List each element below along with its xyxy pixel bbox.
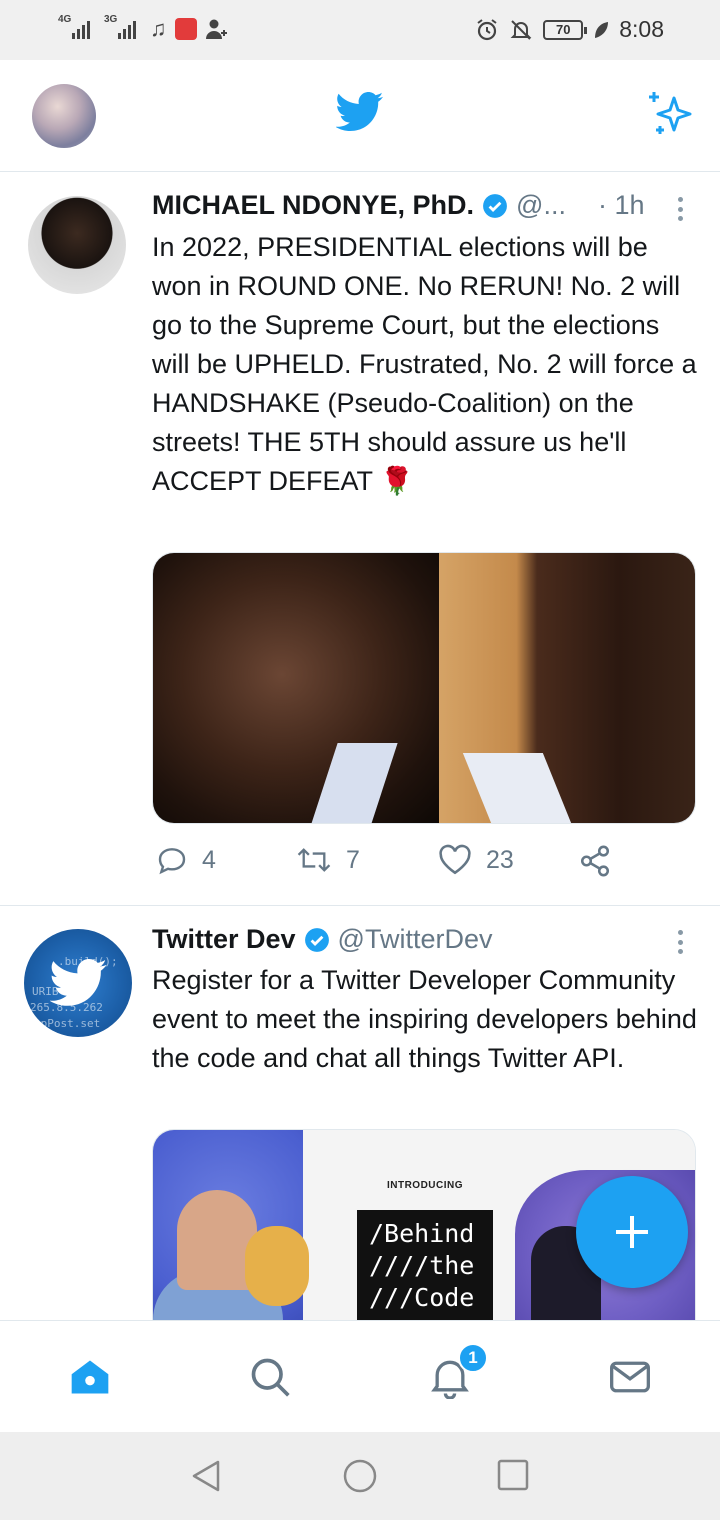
mail-icon — [610, 1361, 650, 1393]
like-count: 23 — [486, 845, 514, 874]
user-name[interactable]: Twitter Dev — [152, 924, 296, 955]
back-icon[interactable] — [188, 1458, 224, 1494]
media-title-box: /Behind ////the ///Code — [357, 1210, 493, 1329]
home-icon — [71, 1360, 109, 1394]
media-photo-right — [439, 553, 695, 823]
app-notification-icon — [174, 18, 197, 40]
verified-badge-icon — [304, 927, 329, 952]
twitter-bird-icon — [50, 959, 107, 1006]
tweet-text: Register for a Twitter Developer Communi… — [152, 965, 697, 1073]
user-handle: @... — [516, 190, 566, 220]
twitter-bird-icon — [336, 92, 384, 131]
alarm-icon — [477, 18, 497, 40]
bottom-navigation: 1 — [0, 1320, 720, 1432]
top-app-bar — [0, 60, 720, 172]
nav-search-tab[interactable] — [248, 1355, 292, 1399]
silent-bell-icon — [510, 19, 532, 40]
compose-tweet-button[interactable] — [576, 1176, 688, 1288]
battery-indicator: 70 — [543, 19, 588, 40]
more-options-icon[interactable] — [670, 927, 690, 957]
like-button[interactable]: 23 — [438, 844, 514, 876]
reply-count: 4 — [202, 845, 216, 874]
home-circle-icon[interactable] — [342, 1458, 378, 1494]
more-options-icon[interactable] — [670, 194, 690, 224]
notifications-badge: 1 — [458, 1343, 488, 1373]
retweet-icon — [297, 848, 331, 872]
signal-3g-icon: 3G — [104, 14, 142, 44]
search-icon — [251, 1358, 290, 1397]
status-bar: 4G 3G ♫ 70 8:08 — [0, 0, 720, 60]
network-type-2: 3G — [104, 14, 118, 25]
nav-messages-tab[interactable] — [608, 1355, 652, 1399]
status-time: 8:08 — [619, 16, 664, 42]
nav-home-tab[interactable] — [68, 1355, 112, 1399]
tweet-time: · 1h — [598, 190, 645, 220]
verified-badge-icon — [483, 193, 507, 218]
plus-icon — [616, 1216, 648, 1248]
status-right-icons: 70 8:08 — [475, 16, 664, 43]
reply-button[interactable]: 4 — [156, 844, 216, 876]
tweet-actions: 4 7 23 — [152, 844, 672, 884]
leaf-icon — [595, 21, 609, 38]
tweet-header: MICHAEL NDONYE, PhD. @... — [152, 190, 566, 221]
signal-4g-icon: 4G — [58, 14, 96, 44]
user-handle: @TwitterDev — [337, 924, 493, 954]
share-icon — [580, 845, 610, 877]
network-type-1: 4G — [58, 14, 72, 25]
retweet-count: 7 — [346, 845, 360, 874]
music-note-icon: ♫ — [150, 16, 167, 41]
user-avatar[interactable]: .build(); URIB 265.8.5.262 tpPost.set — [24, 929, 132, 1037]
media-title-line: ///Code — [369, 1283, 475, 1312]
system-navigation-bar — [0, 1432, 720, 1520]
media-photo-left — [153, 553, 439, 823]
user-avatar[interactable] — [28, 196, 126, 294]
tweet-text: In 2022, PRESIDENTIAL elections will be … — [152, 232, 697, 496]
add-person-icon — [205, 19, 227, 39]
tweet-header: Twitter Dev @TwitterDev — [152, 924, 492, 955]
recent-apps-icon[interactable] — [496, 1458, 530, 1492]
media-title-line: /Behind — [369, 1219, 475, 1248]
tweet-media-image[interactable] — [152, 552, 696, 824]
heart-icon — [439, 844, 471, 875]
sparkle-icon[interactable] — [646, 90, 696, 140]
media-title-line: ////the — [369, 1251, 475, 1280]
profile-avatar-button[interactable] — [32, 84, 96, 148]
reply-icon — [158, 848, 186, 875]
avatar-code-line: tpPost.set — [34, 1017, 101, 1030]
tweet-card[interactable]: MICHAEL NDONYE, PhD. @... · 1h In 2022, … — [0, 172, 720, 906]
user-name[interactable]: MICHAEL NDONYE, PhD. — [152, 190, 474, 221]
retweet-button[interactable]: 7 — [296, 844, 360, 876]
status-left-icons: 4G 3G ♫ — [58, 14, 229, 44]
share-button[interactable] — [578, 844, 612, 878]
